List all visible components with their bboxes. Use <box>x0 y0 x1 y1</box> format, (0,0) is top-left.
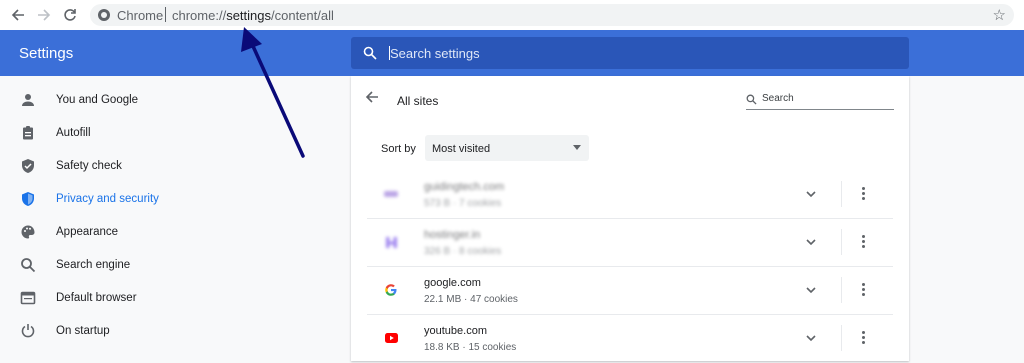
hostinger-favicon <box>384 235 398 249</box>
sidebar-item-you-and-google[interactable]: You and Google <box>0 84 330 117</box>
all-sites-card: All sites Search Sort by Most visited gu… <box>351 76 909 361</box>
row-divider-vertical <box>841 229 842 255</box>
chrome-site-icon <box>98 9 110 21</box>
site-search-input[interactable]: Search <box>746 90 894 110</box>
site-name: hostinger.in <box>424 229 481 241</box>
sidebar-item-label: Search engine <box>56 259 131 271</box>
chevron-down-icon[interactable] <box>803 330 819 346</box>
site-row[interactable]: guidingtech.com 573 B · 7 cookies <box>367 171 893 219</box>
palette-icon <box>21 225 35 239</box>
back-arrow-icon[interactable] <box>9 6 27 24</box>
row-divider-vertical <box>841 277 842 303</box>
settings-sidebar: You and Google Autofill Safety check Pri… <box>0 76 330 361</box>
sidebar-item-autofill[interactable]: Autofill <box>0 117 330 150</box>
site-search-placeholder: Search <box>762 93 794 104</box>
address-url[interactable]: chrome://settings/content/all <box>172 8 334 23</box>
more-vert-icon[interactable] <box>855 281 871 299</box>
site-name: google.com <box>424 277 481 289</box>
sidebar-item-label: Appearance <box>56 226 119 238</box>
sidebar-item-label: Autofill <box>56 127 91 139</box>
sort-by-label: Sort by <box>381 143 416 155</box>
shield-icon <box>22 192 34 206</box>
site-meta: 326 B · 8 cookies <box>424 246 502 257</box>
chevron-down-icon[interactable] <box>803 186 819 202</box>
address-bar[interactable]: Chrome chrome://settings/content/all ☆ <box>90 4 1014 26</box>
search-placeholder: Search settings <box>390 46 480 61</box>
browser-window-icon <box>20 291 36 305</box>
settings-header: Settings Search settings <box>0 30 1024 76</box>
sort-select[interactable]: Most visited <box>425 135 589 161</box>
site-name: youtube.com <box>424 325 487 337</box>
sidebar-item-label: Safety check <box>56 160 122 172</box>
address-chip: Chrome <box>117 8 164 23</box>
search-icon <box>746 94 757 105</box>
settings-search-input[interactable]: Search settings <box>351 37 909 69</box>
youtube-favicon <box>384 331 398 345</box>
site-name: guidingtech.com <box>424 181 505 193</box>
sidebar-item-label: You and Google <box>56 94 139 106</box>
search-icon <box>21 258 36 273</box>
site-meta: 18.8 KB · 15 cookies <box>424 342 517 353</box>
row-divider-vertical <box>841 181 842 207</box>
back-arrow-icon[interactable] <box>365 90 379 109</box>
clipboard-icon <box>23 126 33 140</box>
sidebar-item-safety-check[interactable]: Safety check <box>0 150 330 183</box>
sidebar-item-label: Privacy and security <box>56 193 159 205</box>
more-vert-icon[interactable] <box>855 233 871 251</box>
sidebar-item-search-engine[interactable]: Search engine <box>0 249 330 282</box>
sidebar-item-label: On startup <box>56 325 110 337</box>
guidingtech-favicon <box>384 187 398 201</box>
sidebar-item-on-startup[interactable]: On startup <box>0 315 330 348</box>
person-icon <box>22 94 34 106</box>
sidebar-item-privacy-and-security[interactable]: Privacy and security <box>0 183 330 216</box>
shield-check-icon <box>22 159 34 173</box>
power-icon <box>21 324 35 338</box>
site-meta: 573 B · 7 cookies <box>424 198 502 209</box>
sort-select-value: Most visited <box>432 143 491 155</box>
site-row[interactable]: youtube.com 18.8 KB · 15 cookies <box>367 315 893 363</box>
google-favicon <box>384 283 398 297</box>
site-meta: 22.1 MB · 47 cookies <box>424 294 518 305</box>
card-title: All sites <box>397 94 439 108</box>
reload-icon[interactable] <box>61 6 79 24</box>
site-row[interactable]: hostinger.in 326 B · 8 cookies <box>367 219 893 267</box>
search-icon <box>363 46 377 60</box>
dropdown-arrow-icon <box>573 145 581 150</box>
more-vert-icon[interactable] <box>855 329 871 347</box>
forward-arrow-icon[interactable] <box>35 6 53 24</box>
sidebar-item-appearance[interactable]: Appearance <box>0 216 330 249</box>
chevron-down-icon[interactable] <box>803 282 819 298</box>
more-vert-icon[interactable] <box>855 185 871 203</box>
address-separator <box>165 7 166 22</box>
chevron-down-icon[interactable] <box>803 234 819 250</box>
row-divider-vertical <box>841 325 842 351</box>
sidebar-item-default-browser[interactable]: Default browser <box>0 282 330 315</box>
bookmark-star-icon[interactable]: ☆ <box>993 6 1006 24</box>
site-row[interactable]: google.com 22.1 MB · 47 cookies <box>367 267 893 315</box>
page-title: Settings <box>19 45 74 62</box>
sidebar-item-label: Default browser <box>56 292 137 304</box>
browser-toolbar: Chrome chrome://settings/content/all ☆ <box>0 0 1024 30</box>
